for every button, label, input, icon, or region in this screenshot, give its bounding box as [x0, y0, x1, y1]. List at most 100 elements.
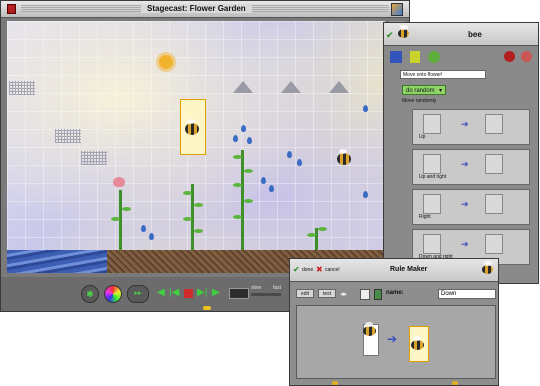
leaf-icon: [233, 183, 242, 187]
raindrop-icon[interactable]: [261, 177, 266, 184]
label-tool-icon[interactable]: [410, 51, 420, 63]
action-tool-icon[interactable]: [428, 51, 440, 63]
raindrop-icon[interactable]: [363, 105, 368, 112]
leaf-icon: [318, 227, 327, 231]
stop-button[interactable]: [184, 289, 193, 298]
before-picture: [423, 194, 441, 214]
raindrop-icon[interactable]: [241, 125, 246, 132]
before-picture: [423, 234, 441, 254]
grid-tool-icon[interactable]: [390, 51, 402, 63]
rock-icon[interactable]: [233, 81, 253, 93]
rule-right[interactable]: ➔ Right: [412, 189, 530, 225]
before-picture: [423, 114, 441, 134]
rule-label: Up and right: [419, 174, 447, 180]
stage-canvas[interactable]: [7, 21, 385, 273]
leaf-icon: [233, 155, 242, 159]
leaf-icon: [244, 199, 253, 203]
delete-icon[interactable]: [504, 51, 515, 62]
bee-icon: [398, 25, 409, 38]
leaf-icon: [233, 215, 242, 219]
rule-maker-window: ✔ done ✖ cancel Rule Maker edit test ◂▸ …: [289, 258, 499, 386]
sun-icon[interactable]: [159, 55, 173, 69]
after-picture: [485, 114, 503, 134]
raindrop-icon[interactable]: [149, 233, 154, 240]
flower-stem[interactable]: [119, 190, 122, 250]
checkmark-icon[interactable]: ✔: [386, 30, 394, 41]
paint-button[interactable]: [104, 285, 122, 303]
character-name: bee: [468, 30, 482, 39]
bee-icon[interactable]: [411, 336, 424, 350]
arrow-right-icon: ➔: [387, 332, 398, 346]
arrow-right-icon: ➔: [461, 199, 469, 209]
rock-icon[interactable]: [329, 81, 349, 93]
cloud-icon[interactable]: [55, 129, 81, 143]
rule-label: Right: [419, 214, 431, 220]
rule-canvas[interactable]: ➔: [296, 305, 496, 379]
raindrop-icon[interactable]: [287, 151, 292, 158]
bee-icon[interactable]: [363, 322, 376, 336]
handle-icon[interactable]: [332, 381, 338, 385]
rule-button[interactable]: ▸▸: [127, 285, 149, 303]
leaf-icon: [194, 203, 203, 207]
bee-icon: [482, 261, 493, 274]
after-picture: [485, 154, 503, 174]
back-start-icon[interactable]: ◀: [157, 287, 165, 299]
after-picture: [485, 194, 503, 214]
cancel-label[interactable]: cancel: [325, 267, 339, 273]
window-title: Stagecast: Flower Garden: [141, 4, 252, 13]
step-icon[interactable]: ◂▸: [340, 290, 347, 298]
speed-slider[interactable]: [251, 293, 281, 296]
rule-up-and-right[interactable]: ➔ Up and right: [412, 149, 530, 185]
variables-icon[interactable]: [374, 289, 382, 300]
raindrop-icon[interactable]: [363, 191, 368, 198]
notes-icon[interactable]: [360, 289, 370, 300]
step-back-icon[interactable]: |◀: [169, 287, 179, 299]
rule-comment-field[interactable]: Move onto flower!: [400, 70, 486, 79]
chevron-down-icon: ▾: [438, 88, 442, 94]
close-box-icon[interactable]: [7, 4, 16, 14]
stage-titlebar[interactable]: Stagecast: Flower Garden: [1, 1, 409, 18]
leaf-icon: [183, 217, 192, 221]
raindrop-icon[interactable]: [269, 185, 274, 192]
after-picture: [485, 234, 503, 254]
play-icon[interactable]: ▶: [212, 287, 220, 299]
trash-icon[interactable]: [521, 51, 532, 62]
cloud-icon[interactable]: [81, 151, 107, 165]
rule-label: Up: [419, 134, 426, 140]
arrow-right-icon: ➔: [461, 119, 469, 129]
raindrop-icon[interactable]: [247, 137, 252, 144]
flower-icon[interactable]: [113, 177, 125, 187]
raindrop-icon[interactable]: [297, 159, 302, 166]
rule-maker-header: ✔ done ✖ cancel Rule Maker: [290, 259, 498, 282]
rock-icon[interactable]: [281, 81, 301, 93]
do-random-menu[interactable]: do random ▾: [402, 85, 446, 95]
handle-icon[interactable]: [452, 381, 458, 385]
water-tile: [7, 250, 107, 273]
done-checkmark-icon[interactable]: ✔: [293, 265, 300, 274]
test-button[interactable]: test: [318, 289, 336, 298]
leaf-icon: [307, 233, 316, 237]
resize-tab-icon[interactable]: [203, 306, 211, 310]
raindrop-icon[interactable]: [141, 225, 146, 232]
app-logo-icon: [391, 3, 403, 16]
cancel-x-icon[interactable]: ✖: [316, 265, 323, 274]
rule-maker-title: Rule Maker: [390, 266, 428, 273]
step-forward-icon[interactable]: ▶|: [197, 287, 207, 299]
edit-button[interactable]: edit: [296, 289, 314, 298]
rule-name-input[interactable]: [438, 289, 496, 299]
done-label[interactable]: done: [302, 267, 313, 273]
arrow-right-icon: ➔: [461, 159, 469, 169]
speed-slow-label: slow: [251, 285, 262, 291]
before-picture: [423, 154, 441, 174]
bee-icon[interactable]: [185, 119, 199, 135]
group-label: Move randomly: [402, 98, 437, 104]
bee-icon[interactable]: [337, 149, 351, 165]
leaf-icon: [183, 191, 192, 195]
raindrop-icon[interactable]: [233, 135, 238, 142]
new-character-button[interactable]: ✱: [81, 285, 99, 303]
character-rules-panel: ✔ bee Move onto flower! do random ▾ Move…: [383, 22, 539, 284]
rule-up[interactable]: ➔ Up: [412, 109, 530, 145]
clock-display: [229, 288, 249, 299]
plant-stem[interactable]: [315, 228, 318, 250]
cloud-icon[interactable]: [9, 81, 35, 95]
